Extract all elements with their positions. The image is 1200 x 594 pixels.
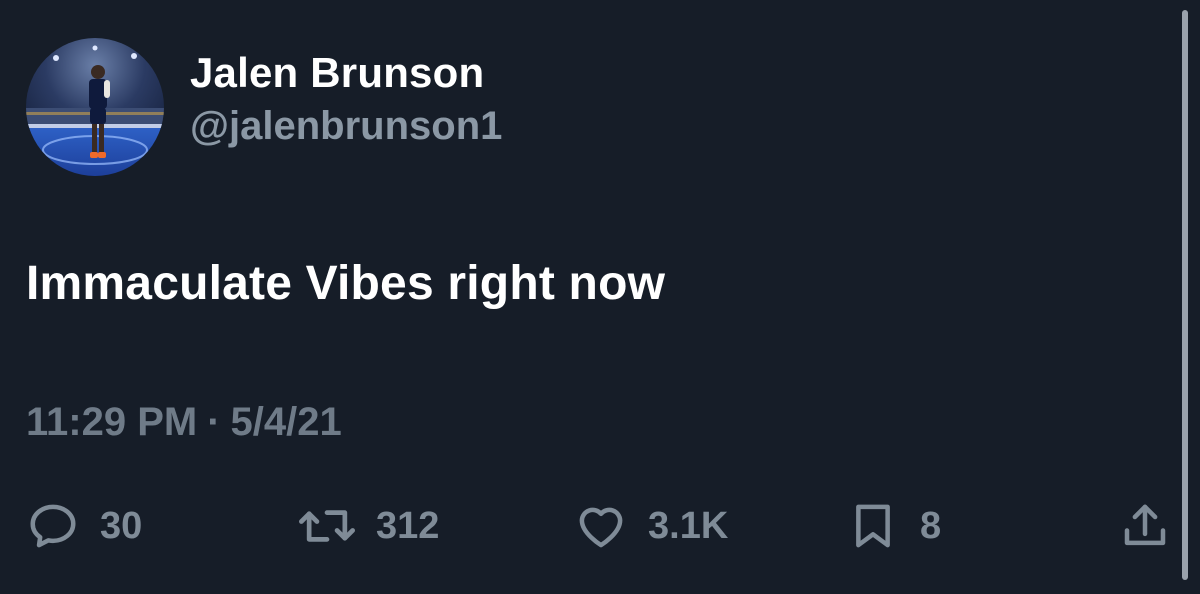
avatar[interactable] (26, 38, 164, 176)
share-icon (1124, 504, 1166, 546)
bookmark-count: 8 (920, 504, 942, 547)
display-name[interactable]: Jalen Brunson (190, 47, 502, 99)
retweet-count: 312 (376, 504, 440, 547)
like-button[interactable]: 3.1K (574, 496, 728, 556)
like-count: 3.1K (648, 504, 729, 547)
retweet-button[interactable]: 312 (298, 496, 439, 556)
retweet-icon (299, 510, 355, 542)
share-button[interactable] (1118, 496, 1172, 556)
bookmark-icon (856, 504, 890, 548)
tweet-date: 5/4/21 (230, 400, 342, 444)
reply-button[interactable]: 30 (26, 496, 142, 556)
reply-count: 30 (100, 504, 143, 547)
reply-icon (30, 504, 76, 548)
bookmark-button[interactable]: 8 (846, 496, 941, 556)
heart-icon (579, 507, 623, 548)
tweet-actions-bar: 30 312 3.1K 8 (26, 496, 1176, 556)
tweet-text: Immaculate Vibes right now (26, 257, 666, 310)
scrollbar[interactable] (1182, 10, 1188, 580)
tweet-time: 11:29 PM (26, 400, 198, 444)
tweet-timestamp[interactable]: 11:29 PM · 5/4/21 (26, 400, 342, 445)
author-info: Jalen Brunson @jalenbrunson1 (190, 47, 502, 153)
tweet-detail: Jalen Brunson @jalenbrunson1 Immaculate … (0, 0, 1200, 594)
tweet-header: Jalen Brunson @jalenbrunson1 (26, 38, 502, 176)
timestamp-separator: · (207, 400, 221, 444)
user-handle[interactable]: @jalenbrunson1 (190, 99, 502, 153)
avatar-photo (26, 38, 164, 176)
